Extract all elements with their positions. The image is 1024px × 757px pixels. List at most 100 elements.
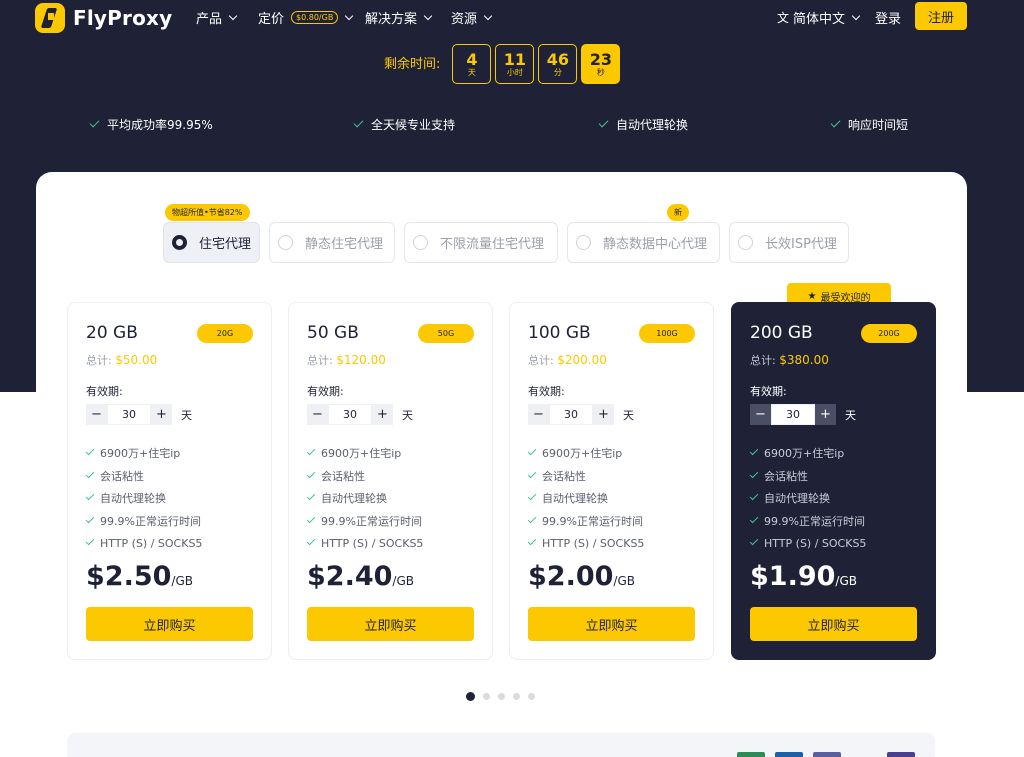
nav-item-products[interactable]: 产品 — [196, 8, 238, 27]
list-item: 99.9%正常运行时间 — [749, 510, 866, 533]
days-unit: 天 — [623, 408, 634, 422]
days-input[interactable]: 30 — [107, 404, 151, 425]
total-amount: $380.00 — [779, 353, 829, 367]
nav-label: 产品 — [196, 12, 223, 27]
feature-highlight: 响应时间短 — [830, 116, 908, 133]
nav-item-pricing[interactable]: 定价 $0.80/GB — [258, 8, 354, 27]
validity-label: 有效期: — [750, 385, 787, 398]
countdown-value: 23 — [589, 49, 613, 69]
feature-highlight: 全天候专业支持 — [353, 116, 456, 133]
decrement-button[interactable]: − — [86, 404, 107, 425]
nav-item-solutions[interactable]: 解决方案 — [365, 8, 433, 27]
language-selector[interactable]: 文 简体中文 — [777, 8, 861, 27]
plan-features: 6900万+住宅ip 会话粘性 自动代理轮换 99.9%正常运行时间 HTTP … — [749, 442, 866, 555]
plan-total: 总计: $380.00 — [750, 352, 829, 368]
countdown-unit: 天 — [467, 67, 476, 77]
total-label: 总计: — [86, 354, 112, 367]
countdown-value: 4 — [466, 49, 478, 69]
check-icon — [85, 492, 95, 501]
plan-price: $2.50/GB — [86, 561, 193, 592]
new-tag: 新 — [667, 204, 689, 221]
total-label: 总计: — [750, 354, 776, 367]
days-input[interactable]: 30 — [328, 404, 372, 425]
tab-label: 不限流量住宅代理 — [440, 237, 545, 252]
list-item: 6900万+住宅ip — [527, 442, 644, 465]
days-stepper: − 30 + 天 — [750, 404, 856, 425]
feature-text: 6900万+住宅ip — [321, 447, 402, 461]
pagination-dot[interactable] — [483, 693, 490, 700]
feature-text: HTTP (S) / SOCKS5 — [542, 536, 645, 550]
feature-text: 自动代理轮换 — [100, 492, 166, 506]
language-label: 简体中文 — [793, 12, 846, 27]
tab-static-datacenter-proxy[interactable]: 静态数据中心代理 — [567, 222, 720, 263]
payment-logo-icon — [737, 752, 765, 757]
top-nav: FlyProxy 产品 定价 $0.80/GB 解决方案 资源 文 简体中文 登… — [0, 0, 1024, 44]
check-icon — [306, 537, 316, 546]
increment-button[interactable]: + — [372, 404, 393, 425]
decrement-button[interactable]: − — [528, 404, 549, 425]
countdown-minutes: 46 分 — [538, 44, 578, 84]
increment-button[interactable]: + — [815, 404, 836, 425]
plan-features: 6900万+住宅ip 会话粘性 自动代理轮换 99.9%正常运行时间 HTTP … — [306, 442, 424, 555]
pagination-dot[interactable] — [528, 693, 535, 700]
buy-now-button[interactable]: 立即购买 — [528, 607, 695, 641]
nav-item-resources[interactable]: 资源 — [451, 8, 493, 27]
check-icon — [749, 469, 759, 478]
plan-total: 总计: $200.00 — [528, 352, 607, 368]
pagination-dot[interactable] — [498, 693, 505, 700]
register-button[interactable]: 注册 — [915, 2, 967, 30]
buy-now-button[interactable]: 立即购买 — [86, 607, 253, 641]
feature-text: 6900万+住宅ip — [542, 447, 623, 461]
days-input[interactable]: 30 — [771, 404, 815, 425]
price-value: $2.40 — [307, 561, 393, 592]
buy-now-button[interactable]: 立即购买 — [307, 607, 474, 641]
check-icon — [830, 117, 841, 128]
plan-features: 6900万+住宅ip 会话粘性 自动代理轮换 99.9%正常运行时间 HTTP … — [527, 442, 645, 555]
list-item: 会话粘性 — [749, 465, 866, 488]
days-stepper: − 30 + 天 — [86, 404, 192, 425]
total-amount: $50.00 — [115, 353, 158, 367]
decrement-button[interactable]: − — [750, 404, 771, 425]
list-item: HTTP (S) / SOCKS5 — [749, 532, 866, 555]
price-unit: /GB — [613, 574, 635, 588]
tab-unlimited-residential-proxy[interactable]: 不限流量住宅代理 — [404, 222, 558, 263]
check-icon — [527, 514, 537, 523]
list-item: 6900万+住宅ip — [749, 442, 866, 465]
decrement-button[interactable]: − — [307, 404, 328, 425]
lightning-logo-icon — [35, 3, 65, 33]
buy-now-button[interactable]: 立即购买 — [750, 607, 917, 641]
feature-text: 会话粘性 — [321, 469, 365, 483]
tab-residential-proxy[interactable]: 住宅代理 — [163, 222, 260, 263]
feature-text: 全天候专业支持 — [371, 118, 456, 132]
list-item: 自动代理轮换 — [749, 487, 866, 510]
login-link[interactable]: 登录 — [875, 8, 901, 27]
days-unit: 天 — [402, 408, 413, 422]
tab-static-residential-proxy[interactable]: 静态住宅代理 — [269, 222, 395, 263]
list-item: 会话粘性 — [527, 465, 644, 488]
check-icon — [306, 514, 316, 523]
plan-title: 100 GB — [528, 323, 591, 343]
pagination-dot[interactable] — [513, 693, 520, 700]
brand-logo[interactable]: FlyProxy — [35, 3, 172, 33]
feature-highlight: 平均成功率99.95% — [89, 116, 213, 133]
tab-isp-proxy[interactable]: 长效ISP代理 — [729, 222, 849, 263]
feature-text: 自动代理轮换 — [616, 118, 689, 132]
star-icon: ★ — [807, 291, 817, 302]
radio-icon — [738, 235, 753, 250]
payment-methods-strip — [67, 733, 935, 757]
check-icon — [527, 447, 537, 456]
increment-button[interactable]: + — [593, 404, 614, 425]
check-icon — [598, 117, 609, 128]
plan-title: 50 GB — [307, 323, 359, 343]
validity-label: 有效期: — [307, 385, 344, 398]
list-item: 6900万+住宅ip — [306, 442, 423, 465]
pagination-dot[interactable] — [466, 692, 475, 701]
price-value: $2.50 — [86, 561, 172, 592]
plan-badge: 50G — [418, 324, 474, 343]
list-item: 99.9%正常运行时间 — [85, 510, 202, 533]
feature-text: HTTP (S) / SOCKS5 — [321, 536, 424, 550]
days-input[interactable]: 30 — [549, 404, 593, 425]
list-item: 自动代理轮换 — [306, 487, 423, 510]
increment-button[interactable]: + — [151, 404, 172, 425]
countdown-label: 剩余时间: — [384, 56, 441, 72]
